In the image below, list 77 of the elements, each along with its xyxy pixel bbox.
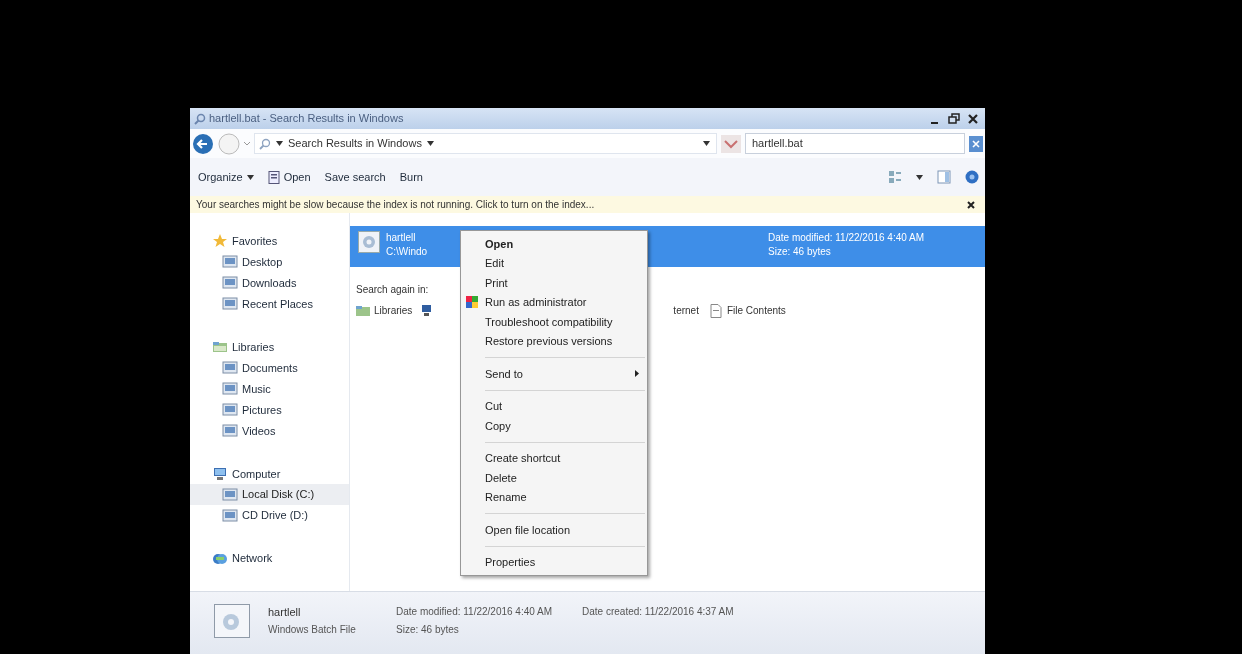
menu-item[interactable]: Delete [461,468,647,488]
toolbar-button[interactable]: Organize [198,168,254,186]
menu-item[interactable]: Open [461,234,647,254]
sidebar-item[interactable]: Libraries [190,336,349,358]
submenu-arrow-icon [635,370,639,378]
menu-item[interactable]: Run as administrator [461,292,647,312]
location-link[interactable]: Libraries [356,303,413,318]
caret-icon[interactable] [916,174,923,180]
menu-item[interactable]: Cut [461,396,647,416]
location-icon [222,254,238,271]
close-icon[interactable] [967,200,975,209]
document-icon [267,170,280,184]
toolbar-button[interactable]: Burn [399,168,423,186]
detail-field: Date created: 11/22/2016 4:37 AM [582,604,734,619]
sidebar-item[interactable]: CD Drive (D:) [190,505,349,527]
menu-item[interactable]: Troubleshoot compatibility [461,312,647,332]
sidebar-item[interactable]: Computer [190,463,349,485]
caret-icon[interactable] [703,141,710,146]
address-bar[interactable]: Search Results in Windows [254,133,717,154]
menu-item[interactable]: Open file location [461,520,647,540]
location-icon [222,275,238,292]
toolbar-button[interactable]: Open [267,168,311,186]
file-path: C:\Windo [386,245,429,259]
location-icon [222,360,238,377]
sidebar-item[interactable]: Desktop [190,251,349,273]
file-size: Size: 46 bytes [768,245,832,259]
location-icon [222,296,238,313]
search-icon [259,137,271,150]
search-field[interactable]: hartlell.bat [745,133,965,154]
date-modified: Date modified: 11/22/2016 4:40 AM [768,231,925,245]
menu-item[interactable]: Print [461,273,647,293]
menu-item[interactable]: Copy [461,416,647,436]
location-icon [222,381,238,398]
search-icon [194,112,206,125]
sidebar-item[interactable]: Local Disk (C:) [190,484,349,506]
batch-file-icon [214,604,250,638]
window-title: hartlell.bat - Search Results in Windows [209,111,404,127]
location-icon [222,422,238,439]
sidebar-item[interactable]: Favorites [190,231,349,252]
computer-icon[interactable] [420,304,434,317]
detail-field: Size: 46 bytes [396,622,553,637]
batch-file-icon [358,231,380,253]
location-link[interactable]: ternet [673,303,699,318]
sidebar-item[interactable]: Downloads [190,272,349,294]
sidebar-item[interactable]: Documents [190,357,349,379]
location-icon [222,486,238,503]
search-again-label: Search again in: [356,283,429,297]
sidebar-item[interactable]: Recent Places [190,293,349,315]
library-icon [356,303,370,318]
sidebar-item[interactable]: Network [190,548,349,569]
sidebar-item[interactable]: Videos [190,420,349,442]
sidebar-item[interactable]: Music [190,378,349,400]
file-name: hartlell [268,605,302,620]
menu-item[interactable]: Restore previous versions [461,331,647,351]
back-button[interactable] [192,132,214,155]
menu-item[interactable]: Properties [461,552,647,572]
file-type: Windows Batch File [268,622,356,636]
caret-icon [426,141,434,146]
sidebar-item[interactable]: Pictures [190,399,349,421]
location-icon [222,507,238,524]
menu-item[interactable]: Create shortcut [461,448,647,468]
document-icon [708,303,723,318]
address-text: Search Results in Windows [288,136,422,152]
menu-item[interactable]: Rename [461,487,647,507]
info-bar[interactable]: Your searches might be slow because the index is not running. Click to turn on the index... [190,196,985,213]
restore-icon[interactable] [946,111,962,126]
toolbar-button[interactable]: Save search [324,168,386,186]
detail-field: Date modified: 11/22/2016 4:40 AM [396,604,553,619]
location-icon [222,401,238,418]
file-name: hartlell [386,231,417,245]
menu-item[interactable]: Send to [461,364,647,384]
close-icon[interactable] [965,111,981,126]
info-text: Your searches might be slow because the index is not running. Click to turn on the index... [196,198,595,212]
location-link[interactable]: File Contents [708,303,786,318]
caret-icon [246,174,254,180]
caret-icon [276,141,283,146]
clear-search-icon[interactable] [969,135,983,152]
